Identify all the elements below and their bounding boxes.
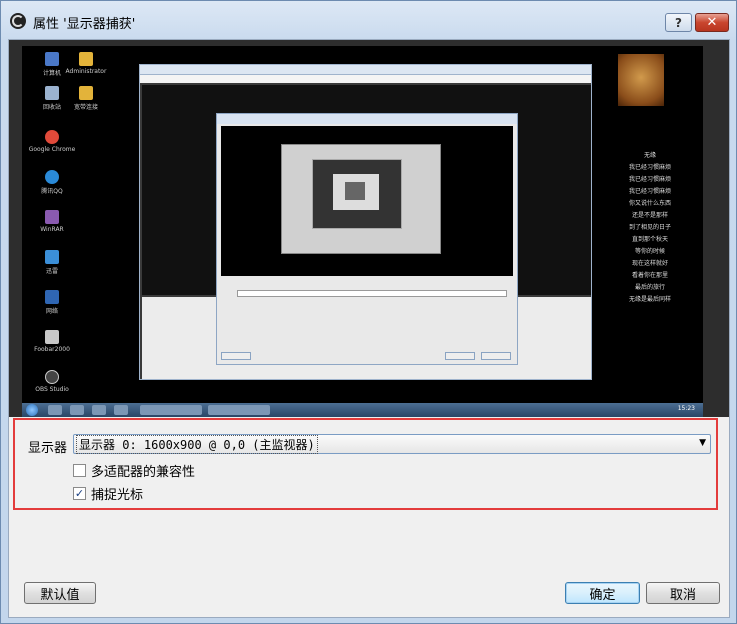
multi-adapter-label: 多适配器的兼容性: [91, 465, 196, 480]
capture-cursor-label: 捕捉光标: [91, 488, 144, 503]
display-select[interactable]: 显示器 0: 1600x900 @ 0,0 (主监视器) ▼: [73, 434, 711, 454]
properties-window: 属性 '显示器捕获' ? ✕ 计算机 Administrator 回收站 宽带连…: [0, 0, 737, 624]
defaults-button[interactable]: 默认值: [24, 582, 96, 604]
desktop-icon: Administrator: [66, 52, 106, 86]
help-button[interactable]: ?: [665, 13, 692, 32]
captured-taskbar: 15:23: [22, 403, 703, 417]
capture-cursor-checkbox[interactable]: ✓: [73, 487, 86, 500]
window-title: 属性 '显示器捕获': [33, 17, 136, 32]
desktop-icon: Foobar2000: [32, 330, 72, 364]
multi-adapter-checkbox[interactable]: [73, 464, 86, 477]
desktop-icon: 迅雷: [32, 250, 72, 284]
capture-preview: 计算机 Administrator 回收站 宽带连接 Google Chrome…: [9, 40, 729, 417]
multi-adapter-option[interactable]: 多适配器的兼容性: [73, 461, 195, 480]
dropdown-arrow-icon: ▼: [699, 438, 706, 448]
wallpaper-poem: 无缘 我已经习惯麻烦 我已经习惯麻烦 我已经习惯麻烦 你又说什么东西 还是不是那…: [628, 152, 671, 303]
desktop-icon: WinRAR: [32, 210, 72, 244]
wallpaper-painting: [618, 54, 664, 106]
capture-cursor-option[interactable]: ✓ 捕捉光标: [73, 484, 143, 503]
display-select-value: 显示器 0: 1600x900 @ 0,0 (主监视器): [76, 434, 318, 454]
dialog-client-area: 计算机 Administrator 回收站 宽带连接 Google Chrome…: [8, 39, 730, 618]
cancel-button[interactable]: 取消: [646, 582, 720, 604]
desktop-icon: 网络: [32, 290, 72, 324]
close-button[interactable]: ✕: [695, 13, 729, 32]
nested-obs-window: [139, 64, 592, 380]
display-label: 显示器: [28, 441, 68, 456]
title-bar[interactable]: 属性 '显示器捕获' ? ✕: [1, 1, 736, 39]
desktop-icon: 宽带连接: [66, 86, 106, 120]
desktop-icon: OBS Studio: [32, 370, 72, 404]
obs-app-icon: [10, 13, 26, 29]
desktop-icon: 腾讯QQ: [32, 170, 72, 204]
desktop-icon: Google Chrome: [29, 130, 75, 164]
ok-button[interactable]: 确定: [565, 582, 640, 604]
captured-desktop-image: 计算机 Administrator 回收站 宽带连接 Google Chrome…: [22, 46, 703, 417]
